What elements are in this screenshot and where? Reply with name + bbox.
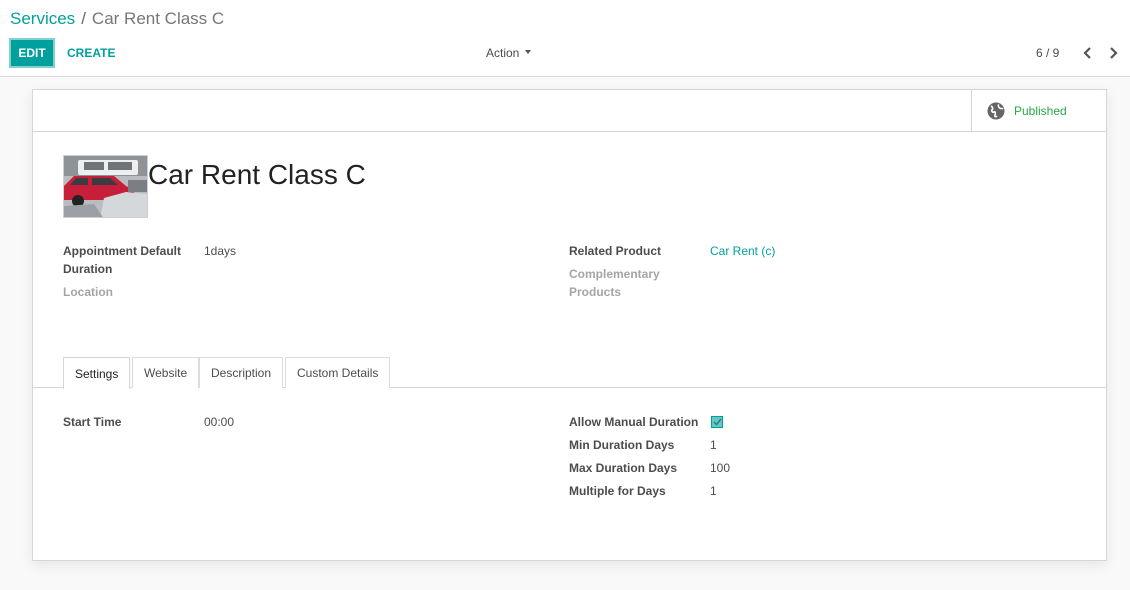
globe-icon bbox=[987, 102, 1005, 119]
pager-previous-button[interactable] bbox=[1080, 44, 1096, 62]
field-label-multiple-for-days: Multiple for Days bbox=[569, 484, 666, 498]
control-panel: Services / Car Rent Class C EDIT CREATE Ac… bbox=[0, 0, 1130, 77]
action-dropdown[interactable]: Action bbox=[486, 38, 532, 68]
breadcrumb: Services / Car Rent Class C bbox=[10, 8, 224, 30]
chevron-left-icon bbox=[1083, 47, 1091, 59]
tab-custom-details[interactable]: Custom Details bbox=[285, 357, 391, 388]
form-sheet: Published Car Rent Class C Appointment D… bbox=[32, 89, 1107, 561]
record-title: Car Rent Class C bbox=[148, 159, 366, 190]
field-label-related-product: Related Product bbox=[569, 244, 662, 258]
caret-down-icon bbox=[525, 50, 532, 54]
field-value-start-time: 00:00 bbox=[204, 415, 235, 429]
field-value-max-duration-days: 100 bbox=[710, 461, 731, 475]
breadcrumb-services-link[interactable]: Services bbox=[10, 9, 75, 28]
allow-manual-duration-checkbox[interactable] bbox=[711, 416, 723, 428]
breadcrumb-separator: / bbox=[81, 9, 86, 28]
field-label-appointment-duration: Appointment Default Duration bbox=[63, 244, 181, 276]
related-product-link[interactable]: Car Rent (c) bbox=[710, 242, 775, 260]
tab-description[interactable]: Description bbox=[199, 357, 284, 388]
pager-value[interactable]: 6 / 9 bbox=[1036, 46, 1059, 60]
field-label-complementary-products: Complementary Products bbox=[569, 267, 660, 299]
published-button[interactable]: Published bbox=[971, 90, 1106, 131]
field-label-max-duration-days: Max Duration Days bbox=[569, 461, 678, 475]
field-value-min-duration-days: 1 bbox=[710, 438, 717, 452]
car-photo-image[interactable] bbox=[63, 155, 148, 218]
field-label-min-duration-days: Min Duration Days bbox=[569, 438, 675, 452]
pager-next-button[interactable] bbox=[1105, 44, 1121, 62]
create-button[interactable]: CREATE bbox=[61, 38, 121, 68]
field-label-location: Location bbox=[63, 285, 113, 299]
car-photo bbox=[64, 156, 147, 217]
field-value-multiple-for-days: 1 bbox=[710, 484, 717, 498]
field-label-start-time: Start Time bbox=[63, 415, 122, 429]
checkmark-icon bbox=[713, 418, 722, 426]
action-dropdown-label: Action bbox=[486, 46, 520, 60]
edit-button[interactable]: EDIT bbox=[9, 38, 55, 68]
field-value-appointment-duration: 1days bbox=[204, 244, 237, 258]
breadcrumb-current: Car Rent Class C bbox=[91, 9, 225, 28]
button-box: Published bbox=[33, 90, 1106, 132]
tab-settings[interactable]: Settings bbox=[63, 357, 131, 389]
chevron-right-icon bbox=[1110, 47, 1118, 59]
tab-website[interactable]: Website bbox=[132, 357, 200, 388]
published-label: Published bbox=[1014, 103, 1067, 118]
field-label-allow-manual-duration: Allow Manual Duration bbox=[569, 415, 699, 429]
